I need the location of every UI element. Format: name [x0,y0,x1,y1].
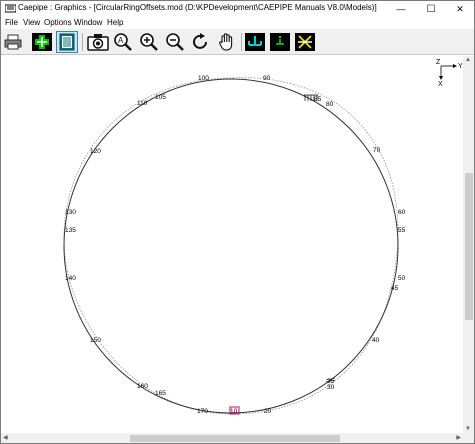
node-label: 150 [90,337,101,344]
zoom-out-button[interactable] [164,31,186,53]
show-anchor-icon [245,33,265,51]
rotate-button[interactable] [190,31,212,53]
node-label: 70 [373,147,381,154]
zoom-in-button[interactable] [138,31,160,53]
caepipe-app-icon [5,4,16,13]
node-label: 50 [398,275,406,282]
zoom-out-icon [166,33,184,51]
node-label: 165 [155,390,166,397]
node-label: 130 [65,209,76,216]
close-button[interactable]: ✕ [446,1,474,17]
menu-options[interactable]: Options [44,18,72,27]
scroll-left-icon[interactable]: ◀ [3,434,8,441]
axis-x-label: X [438,81,443,88]
zoom-window-button[interactable]: A [112,31,134,53]
print-icon [4,34,22,50]
pipe-ring [63,78,399,414]
node-label: 20 [264,408,272,415]
node-label: 100 [198,75,209,82]
pan-button[interactable] [216,31,238,53]
node-label: 55 [398,227,406,234]
maximize-icon: ☐ [426,3,436,15]
add-element-button[interactable] [31,31,53,53]
print-button[interactable] [2,31,24,53]
node-label: 110 [137,100,148,107]
maximize-button[interactable]: ☐ [417,1,445,17]
node-label: 140 [65,275,76,282]
menu-help[interactable]: Help [107,18,123,27]
horizontal-scrollbar[interactable]: ◀ ▶ [1,433,463,443]
axis-z-label: Z [436,59,441,66]
offset-ring [63,77,399,415]
list-view-icon [59,33,75,51]
zoom-in-icon [140,33,158,51]
rotate-icon [193,33,207,49]
pan-hand-icon [219,33,233,51]
caepipe-graphics-window: Caepipe : Graphics - [CircularRingOffset… [0,0,475,444]
show-anchor-button[interactable] [244,31,266,53]
scroll-right-icon[interactable]: ▶ [456,434,461,441]
show-nodes-icon [270,33,290,51]
scrollbar-corner [463,433,474,443]
vertical-scrollbar[interactable]: ▲ ▼ [463,56,474,433]
toolbar-separator [241,33,242,51]
model-drawing: Z Y X 10 20 30 35 40 45 50 55 60 70 80 8… [63,59,463,415]
node-label: 60 [398,209,406,216]
node-label: 35 [327,378,335,385]
node-label: 30 [327,384,335,391]
title-bar[interactable]: Caepipe : Graphics - [CircularRingOffset… [1,1,474,17]
node-label: 85 [314,96,322,103]
node-label: 120 [90,148,101,155]
svg-text:A: A [118,36,124,45]
show-hangers-button[interactable] [294,31,316,53]
node-label: 170 [197,408,208,415]
toolbar: A [1,29,474,55]
node-label: 135 [65,227,76,234]
node-label: 40 [372,337,380,344]
camera-button[interactable] [87,31,109,53]
scroll-up-icon[interactable]: ▲ [465,57,471,63]
show-nodes-button[interactable] [269,31,291,53]
node-label: 80 [326,101,334,108]
scroll-down-icon[interactable]: ▼ [465,426,471,432]
zoom-window-icon: A [114,33,132,51]
node-label: 105 [155,94,166,101]
node-label: 10 [230,408,238,415]
vertical-scroll-thumb[interactable] [465,173,473,320]
menu-file[interactable]: File [5,18,18,27]
camera-icon [87,34,109,51]
node-label: 90 [263,75,271,82]
toolbar-separator [82,33,83,51]
minimize-button[interactable]: — [387,1,415,17]
minimize-icon: — [396,4,406,14]
horizontal-scroll-thumb[interactable] [130,435,340,442]
list-view-button[interactable] [56,31,78,53]
show-hangers-icon [295,33,315,51]
window-title: Caepipe : Graphics - [CircularRingOffset… [18,3,377,12]
node-label: 160 [137,383,148,390]
close-icon: ✕ [456,3,464,14]
node-label: 45 [391,285,399,292]
add-element-icon [32,33,52,51]
axis-triad: Z Y X [436,59,463,88]
menu-bar: File View Options Window Help [1,17,474,29]
menu-window[interactable]: Window [74,18,102,27]
menu-view[interactable]: View [23,18,40,27]
graphics-canvas[interactable]: Z Y X 10 20 30 35 40 45 50 55 60 70 80 8… [1,56,463,433]
